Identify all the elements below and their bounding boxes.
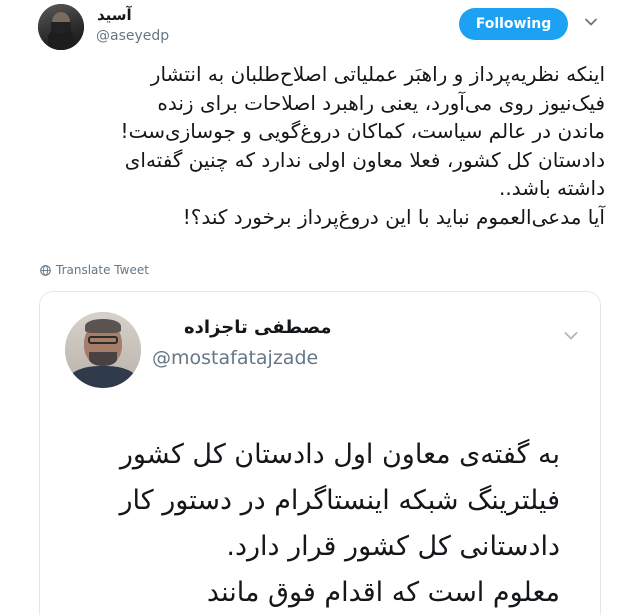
tweet-header: آسید @aseyedp Following (0, 0, 639, 60)
tweet-line: آیا مدعی‌العموم نباید با این دروغ‌پرداز … (182, 204, 605, 229)
quoted-tweet-card[interactable]: مصطفی تاجزاده @mostafatajzade به گفته‌ی … (39, 291, 601, 615)
quoted-line: معلوم است که اقدام فوق مانند (206, 577, 560, 608)
globe-icon (40, 264, 51, 276)
quoted-line: دادستانی کل کشور قرار دارد. (226, 531, 560, 562)
quoted-author-name[interactable]: مصطفی تاجزاده (184, 317, 332, 338)
author-handle[interactable]: @aseyedp (96, 28, 169, 44)
author-avatar[interactable] (38, 4, 84, 50)
tweet-line: اینکه نظریه‌پرداز و راهبَر عملیاتی اصلاح… (150, 62, 605, 86)
following-button[interactable]: Following (459, 8, 568, 40)
quoted-author-handle[interactable]: @mostafatajzade (152, 347, 318, 369)
chevron-down-icon[interactable] (584, 15, 598, 29)
tweet-line: ماندن در عالم سیاست، کماکان دروغ‌گویی و … (120, 119, 605, 143)
quoted-line: به گفته‌ی معاون اول دادستان کل کشور (119, 439, 560, 470)
quoted-author-avatar[interactable] (65, 312, 141, 388)
tweet-line: داشته باشد.. (499, 176, 605, 200)
tweet-line: فیک‌نیوز روی می‌آورد، یعنی راهبرد اصلاحا… (157, 90, 605, 115)
quoted-line: فیلترینگ شبکه اینستاگرام در دستور کار (119, 485, 561, 516)
tweet-text: اینکه نظریه‌پرداز و راهبَر عملیاتی اصلاح… (60, 60, 605, 231)
author-display-name[interactable]: آسید (97, 6, 132, 24)
translate-label: Translate Tweet (56, 263, 149, 277)
tweet-line: دادستان کل کشور، فعلا معاون اولی ندارد ک… (124, 147, 605, 172)
quoted-tweet-text: به گفته‌ی معاون اول دادستان کل کشور فیلت… (100, 432, 561, 615)
chevron-down-icon[interactable] (563, 328, 579, 344)
translate-tweet-link[interactable]: Translate Tweet (40, 263, 149, 277)
